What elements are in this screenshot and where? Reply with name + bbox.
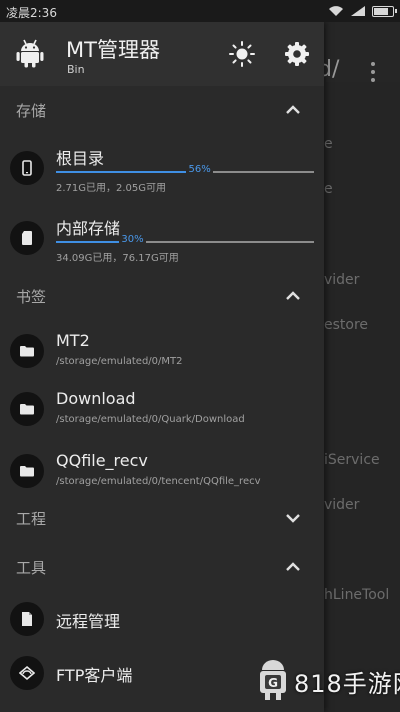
app-title: MT管理器 [66,38,160,62]
bookmark-title: QQfile_recv [56,451,148,470]
bookmark-item-qqfile-recv[interactable]: QQfile_recv /storage/emulated/0/tencent/… [0,446,324,506]
android-icon [16,39,44,68]
chevron-down-icon [286,514,300,523]
folder-icon [10,454,44,488]
section-title: 工程 [16,510,47,528]
background-row: vider [324,497,360,513]
wifi-icon [329,6,343,16]
watermark-text: 818手游网 [294,670,400,698]
app-subtitle: Bin [67,63,85,76]
background-row: vider [324,272,360,288]
background-row: e [324,136,333,152]
section-storage-header[interactable]: 存储 [0,90,324,130]
folder-icon [10,334,44,368]
section-title: 存储 [16,102,47,120]
storage-title: 内部存储 [56,219,121,238]
bookmark-item-download[interactable]: Download /storage/emulated/0/Quark/Downl… [0,384,324,444]
chevron-up-icon [286,562,300,571]
section-title: 工具 [16,559,47,577]
storage-usage-bar: 30% [56,234,314,245]
storage-usage-bar: 56% [56,164,314,175]
status-time: 凌晨2:36 [6,6,57,20]
background-row: estore [324,317,369,333]
more-options-icon[interactable] [366,62,380,86]
tool-title: FTP客户端 [56,666,133,685]
section-tools-header[interactable]: 工具 [0,547,324,587]
bookmark-title: Download [56,389,136,408]
section-title: 书签 [16,288,47,306]
storage-usage-fill [56,171,201,173]
storage-usage-percent: 30% [119,234,146,245]
bookmark-path: /storage/emulated/0/MT2 [56,356,183,367]
background-row: e [324,181,333,197]
bookmark-path: /storage/emulated/0/Quark/Download [56,414,245,425]
theme-toggle-sun-icon[interactable] [228,40,256,68]
tool-title: 远程管理 [56,612,121,631]
status-bar: 凌晨2:36 [0,0,400,22]
drawer-header: MT管理器 Bin [0,22,324,86]
section-bookmarks-header[interactable]: 书签 [0,276,324,316]
storage-title: 根目录 [56,149,105,168]
storage-usage-percent: 56% [186,164,213,175]
tool-item-remote-management[interactable]: 远程管理 [0,594,324,654]
phone-icon [10,151,44,185]
bookmark-item-mt2[interactable]: MT2 /storage/emulated/0/MT2 [0,326,324,386]
bookmark-path: /storage/emulated/0/tencent/QQfile_recv [56,476,261,487]
navigation-drawer: MT管理器 Bin 存储 根目录 56% 2.71G已用，2.05G可用 内部存… [0,22,324,712]
background-row: hLineTool [324,587,390,603]
battery-icon [372,5,397,17]
storage-item-root[interactable]: 根目录 56% 2.71G已用，2.05G可用 [0,138,324,198]
storage-detail: 34.09G已用，76.17G可用 [56,253,179,264]
chevron-up-icon [286,105,300,114]
storage-detail: 2.71G已用，2.05G可用 [56,183,167,194]
watermark-robot-icon: G [260,660,286,700]
watermark-badge: G [268,676,278,690]
chevron-up-icon [286,291,300,300]
bookmark-title: MT2 [56,331,90,350]
file-icon [10,602,44,636]
watermark: G 818手游网 [256,654,400,704]
section-projects-header[interactable]: 工程 [0,498,324,538]
ftp-icon [10,656,44,690]
folder-icon [10,392,44,426]
background-row: iService [324,452,380,468]
settings-gear-icon[interactable] [283,40,311,68]
sd-card-icon [10,221,44,255]
signal-icon [351,6,365,16]
storage-item-internal[interactable]: 内部存储 30% 34.09G已用，76.17G可用 [0,208,324,268]
